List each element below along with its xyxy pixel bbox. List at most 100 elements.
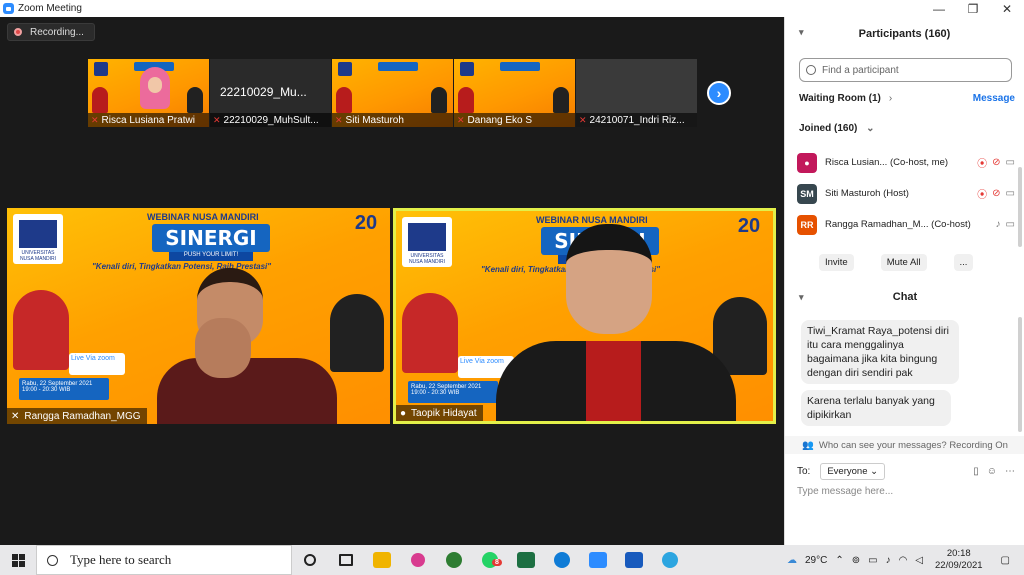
active-speaker-tile[interactable]: WEBINAR NUSA MANDIRI SINERGI PUSH YOUR L… [393,208,776,424]
more-icon[interactable]: ⋯ [1005,466,1015,477]
zoom-icon[interactable] [580,545,616,575]
chevron-right-icon: › [888,93,893,104]
video-name-label: ✕ Rangga Ramadhan_MGG [7,408,147,424]
muted-mic-icon[interactable]: ⊘ [992,157,1000,168]
participant-name: Siti Masturoh (Host) [825,188,909,199]
snipping-icon[interactable] [400,545,436,575]
muted-mic-icon: ✕ [579,114,587,125]
recipient-value: Everyone [827,466,868,477]
excel-icon[interactable] [508,545,544,575]
muted-mic-icon[interactable]: ⊘ [992,188,1000,199]
collapse-chevron-icon[interactable]: ▾ [799,292,804,303]
participant-row[interactable]: SM Siti Masturoh (Host) ⦿ ⊘ ▭ [797,178,1015,209]
clock-time: 20:18 [946,548,971,559]
wifi-icon[interactable]: ◠ [899,555,908,566]
camera-icon[interactable]: ▭ [1006,157,1015,168]
recording-icon: ⦿ [977,190,988,201]
close-button[interactable]: ✕ [990,0,1024,17]
participant-search-input[interactable]: Find a participant [799,58,1012,82]
participant-role: (Co-host, me) [889,157,949,168]
edge-icon[interactable] [544,545,580,575]
muted-mic-icon: ✕ [335,114,343,125]
word-icon[interactable] [616,545,652,575]
search-placeholder: Find a participant [822,64,899,76]
participant-role: (Co-host) [931,219,971,230]
participant-scrollbar[interactable] [1018,167,1022,247]
recipient-select[interactable]: Everyone ⌄ [820,463,886,480]
waiting-room-row[interactable]: Waiting Room (1) › Message [799,93,1015,104]
maximize-button[interactable]: ❐ [956,0,990,17]
participants-header: ▾ Participants (160) [785,17,1024,50]
thumbnail-tile[interactable]: ✕ Siti Masturoh [332,59,453,127]
waiting-room-label: Waiting Room (1) [799,93,881,104]
chat-message: Karena terlalu banyak yang dipikirkan [801,390,951,426]
mic-icon[interactable]: ♪ [996,219,1001,230]
battery-icon[interactable]: ▭ [868,555,877,566]
participant-video [140,67,170,109]
green-app-icon[interactable] [436,545,472,575]
message-waiting-button[interactable]: Message [973,93,1015,104]
thumbnail-tile[interactable]: 22210029_Mu... ✕ 22210029_MuhSult... [210,59,331,127]
muted-mic-icon: ✕ [457,114,465,125]
chevron-down-icon: ⌄ [866,123,875,134]
people-icon: 👥 [802,439,814,451]
participant-row[interactable]: RR Rangga Ramadhan_M... (Co-host) ♪ ▭ [797,209,1015,240]
muted-mic-icon: ✕ [91,114,99,125]
participant-row[interactable]: ● Risca Lusian... (Co-host, me) ⦿ ⊘ ▭ [797,147,1015,178]
chat-scrollbar[interactable] [1018,317,1022,432]
network-icon[interactable]: ⊚ [852,555,860,566]
chat-message: Tiwi_Kramat Raya_potensi diri itu cara m… [801,320,959,384]
muted-mic-icon: ✕ [11,410,20,422]
next-page-icon[interactable]: › [707,81,731,105]
video-tile[interactable]: WEBINAR NUSA MANDIRI SINERGI PUSH YOUR L… [7,208,390,424]
file-icon[interactable]: ▯ [973,466,979,477]
chat-message-input[interactable]: Type message here... [797,486,893,497]
file-explorer-icon[interactable] [364,545,400,575]
thumbnail-tile[interactable]: ✕ Danang Eko S [454,59,575,127]
window-title: Zoom Meeting [18,3,82,14]
emoji-icon[interactable]: ☺ [987,466,997,477]
notifications-icon[interactable]: ▢ [1001,555,1010,566]
participant-video [496,216,736,421]
taskbar-clock[interactable]: 20:18 22/09/2021 [935,548,983,572]
anniversary-logo: 20 [737,215,761,237]
chat-visibility-note[interactable]: 👥 Who can see your messages? Recording O… [785,436,1024,454]
university-logo [402,217,452,267]
poster-subtitle: PUSH YOUR LIMIT! [169,252,253,261]
minimize-button[interactable]: — [922,0,956,17]
participant-actions: Invite Mute All ... [819,254,974,271]
avatar: SM [797,183,817,204]
start-button[interactable] [0,545,36,575]
camera-icon[interactable]: ▭ [1006,188,1015,199]
cortana-icon[interactable] [292,545,328,575]
video-name: Taopik Hidayat [411,407,477,419]
window-titlebar: Zoom Meeting — ❐ ✕ [0,0,1024,17]
participant-name: Rangga Ramadhan_M... [825,219,929,230]
whatsapp-icon[interactable]: 8 [472,545,508,575]
taskbar-search[interactable]: Type here to search [36,545,292,575]
chevron-up-icon[interactable]: ⌃ [835,555,843,566]
mute-all-button[interactable]: Mute All [880,254,927,271]
collapse-chevron-icon[interactable]: ▾ [799,27,804,38]
thumbnail-tile[interactable]: ✕ 24210071_Indri Riz... [576,59,697,127]
more-button[interactable]: ... [953,254,974,271]
chat-recipient-row: To: Everyone ⌄ ▯ ☺ ⋯ [797,463,1015,480]
task-view-icon[interactable] [328,545,364,575]
thumbnail-tile[interactable]: ✕ Risca Lusiana Pratwi [88,59,209,127]
chat-title: Chat [892,291,918,303]
participant-name: Risca Lusian... [825,157,888,168]
volume-icon[interactable]: ◁ [915,555,923,566]
moderator-photo [330,294,384,372]
recording-indicator[interactable]: Recording... [7,23,95,41]
telegram-icon[interactable] [652,545,688,575]
mic-tray-icon[interactable]: ♪ [886,555,891,566]
weather-icon[interactable]: ☁ [787,555,797,566]
joined-header[interactable]: Joined (160) ⌄ [799,123,875,134]
recording-label: Recording... [30,26,84,38]
invite-button[interactable]: Invite [819,254,854,271]
notification-badge: 8 [492,559,502,566]
weather-temp[interactable]: 29°C [805,555,827,566]
video-name-label: ● Taopik Hidayat [396,405,483,421]
chat-header: ▾ Chat [785,287,1024,307]
camera-icon[interactable]: ▭ [1006,219,1015,230]
